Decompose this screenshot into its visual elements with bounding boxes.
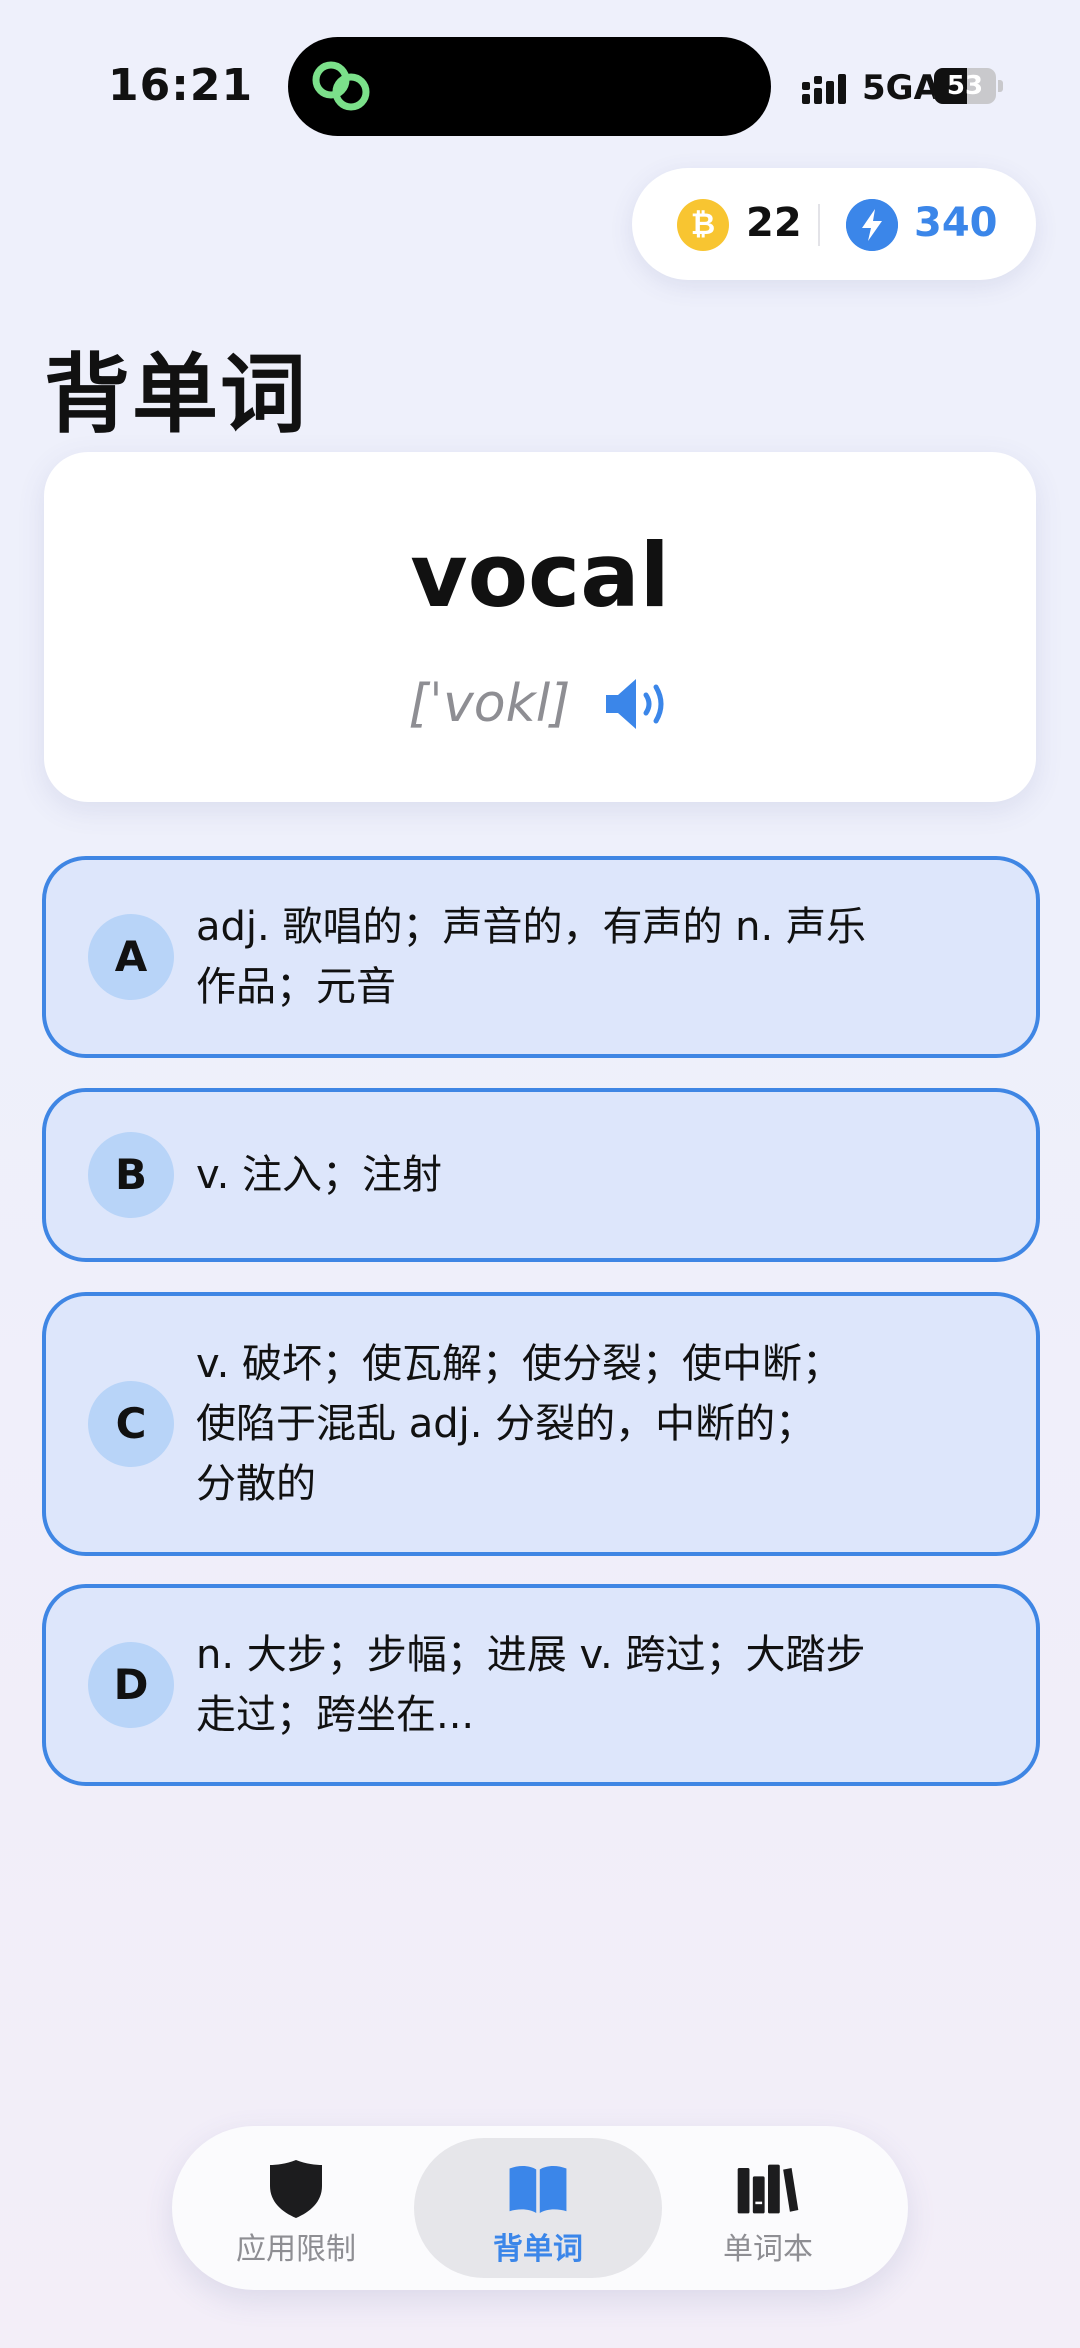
option-text: v. 破坏；使瓦解；使分裂；使中断； 使陷于混乱 adj. 分裂的，中断的； 分… <box>196 1341 842 1507</box>
tab-memorize-words[interactable]: 背单词 <box>414 2138 662 2278</box>
books-icon <box>737 2164 799 2214</box>
option-c[interactable]: C v. 破坏；使瓦解；使分裂；使中断； 使陷于混乱 adj. 分裂的，中断的；… <box>42 1292 1040 1556</box>
battery-nub <box>998 80 1003 92</box>
option-text: adj. 歌唱的；声音的，有声的 n. 声乐 作品；元音 <box>196 904 866 1010</box>
battery-icon: 53 <box>934 68 996 104</box>
tab-label: 应用限制 <box>236 2232 356 2267</box>
battery-level: 53 <box>946 71 984 101</box>
signal-icon <box>802 74 846 104</box>
status-bar: 16:21 5GA 53 <box>0 0 1080 180</box>
tab-label: 背单词 <box>493 2232 583 2267</box>
link-rings-icon <box>312 61 370 111</box>
option-letter: A <box>88 914 174 1000</box>
open-book-icon <box>509 2165 567 2213</box>
status-time: 16:21 <box>108 60 254 111</box>
option-letter: C <box>88 1381 174 1467</box>
tab-app-limit[interactable]: 应用限制 <box>172 2138 420 2278</box>
option-text: n. 大步；步幅；进展 v. 跨过；大踏步 走过；跨坐在... <box>196 1632 866 1738</box>
option-letter: B <box>88 1132 174 1218</box>
option-b[interactable]: B v. 注入；注射 <box>42 1088 1040 1262</box>
page-title: 背单词 <box>44 345 308 445</box>
option-text: v. 注入；注射 <box>196 1152 442 1198</box>
word-card: vocal [ˈvokl] <box>44 452 1036 802</box>
stats-pill[interactable]: ₿ 22 340 <box>632 168 1036 280</box>
tab-label: 单词本 <box>723 2232 813 2267</box>
phonetic-text: [ˈvokl] <box>408 674 571 734</box>
speaker-icon[interactable] <box>602 675 672 733</box>
energy-count: 340 <box>914 200 998 246</box>
option-letter: D <box>88 1642 174 1728</box>
option-a[interactable]: A adj. 歌唱的；声音的，有声的 n. 声乐 作品；元音 <box>42 856 1040 1058</box>
dynamic-island <box>288 37 771 136</box>
bottom-tab-bar: 应用限制 背单词 单词本 <box>172 2126 908 2290</box>
network-type: 5GA <box>862 68 940 108</box>
option-d[interactable]: D n. 大步；步幅；进展 v. 跨过；大踏步 走过；跨坐在... <box>42 1584 1040 1786</box>
lightning-icon <box>846 199 898 251</box>
coin-count: 22 <box>746 200 802 246</box>
divider <box>818 204 820 246</box>
word-text: vocal <box>410 524 670 627</box>
phonetic-row: [ˈvokl] <box>44 674 1036 740</box>
coin-icon: ₿ <box>677 199 729 251</box>
shield-icon <box>270 2160 322 2218</box>
tab-vocabulary-book[interactable]: 单词本 <box>644 2138 892 2278</box>
